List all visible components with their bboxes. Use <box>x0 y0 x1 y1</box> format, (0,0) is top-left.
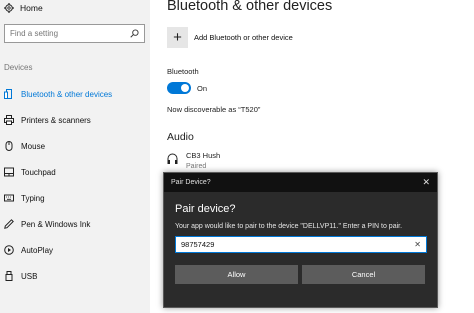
devices-section-heading: Devices <box>4 63 33 72</box>
sidebar-item-label: Typing <box>21 193 45 203</box>
clear-icon[interactable]: ✕ <box>414 240 421 249</box>
toggle-state-label: On <box>197 83 208 93</box>
bluetooth-toggle[interactable] <box>167 82 191 94</box>
autoplay-icon <box>4 245 14 255</box>
sidebar-item-typing[interactable]: Typing <box>0 185 150 211</box>
pin-input[interactable]: 98757429 ✕ <box>175 236 427 253</box>
search-placeholder: Find a setting <box>10 29 59 38</box>
sidebar-item-autoplay[interactable]: AutoPlay <box>0 237 150 263</box>
device-status: Paired <box>186 163 207 170</box>
pair-device-dialog: Pair Device? ✕ Pair device? Your app wou… <box>163 172 438 308</box>
add-device-button[interactable]: + Add Bluetooth or other device <box>167 26 293 48</box>
page-title: Bluetooth & other devices <box>167 0 333 14</box>
printer-icon <box>4 115 14 125</box>
audio-device-item[interactable]: CB3 Hush Paired <box>167 151 220 170</box>
dialog-window-title: Pair Device? <box>171 179 211 186</box>
dialog-message: Your app would like to pair to the devic… <box>175 223 403 230</box>
sidebar-item-label: Mouse <box>21 141 46 151</box>
bluetooth-icon <box>4 89 12 99</box>
allow-button[interactable]: Allow <box>175 265 298 284</box>
pen-icon <box>4 219 14 229</box>
sidebar-item-label: USB <box>21 271 38 281</box>
home-nav-item[interactable]: Home <box>4 1 43 15</box>
touchpad-icon <box>4 167 14 177</box>
sidebar-item-bluetooth[interactable]: Bluetooth & other devices <box>0 81 150 107</box>
settings-sidebar: Home Find a setting Devices Bluetooth & … <box>0 0 150 313</box>
sidebar-item-label: AutoPlay <box>21 245 54 255</box>
keyboard-icon <box>4 194 14 202</box>
add-device-label: Add Bluetooth or other device <box>194 32 293 42</box>
sidebar-item-label: Bluetooth & other devices <box>21 89 113 99</box>
device-name: CB3 Hush <box>186 151 221 160</box>
usb-icon <box>5 271 13 281</box>
cancel-button[interactable]: Cancel <box>302 265 425 284</box>
gear-icon <box>4 3 14 13</box>
audio-section-heading: Audio <box>167 131 194 143</box>
sidebar-item-usb[interactable]: USB <box>0 263 150 289</box>
bluetooth-label: Bluetooth <box>167 67 199 76</box>
search-input[interactable]: Find a setting <box>4 24 145 43</box>
sidebar-item-mouse[interactable]: Mouse <box>0 133 150 159</box>
search-icon[interactable] <box>130 29 139 38</box>
dialog-heading: Pair device? <box>175 203 236 215</box>
sidebar-item-pen[interactable]: Pen & Windows Ink <box>0 211 150 237</box>
devices-nav: Bluetooth & other devices Printers & sca… <box>0 81 150 289</box>
sidebar-item-touchpad[interactable]: Touchpad <box>0 159 150 185</box>
headset-icon <box>167 153 178 164</box>
sidebar-item-label: Printers & scanners <box>21 115 91 125</box>
home-label: Home <box>20 3 43 13</box>
close-icon[interactable]: ✕ <box>422 177 430 188</box>
sidebar-item-label: Pen & Windows Ink <box>21 219 91 229</box>
bluetooth-toggle-row: On <box>167 82 207 94</box>
dialog-titlebar: Pair Device? ✕ <box>164 173 437 192</box>
sidebar-item-printers[interactable]: Printers & scanners <box>0 107 150 133</box>
mouse-icon <box>5 141 13 151</box>
discoverable-status: Now discoverable as “T520” <box>167 105 261 114</box>
sidebar-item-label: Touchpad <box>21 167 56 177</box>
pin-value: 98757429 <box>181 240 215 249</box>
plus-icon: + <box>167 26 188 48</box>
